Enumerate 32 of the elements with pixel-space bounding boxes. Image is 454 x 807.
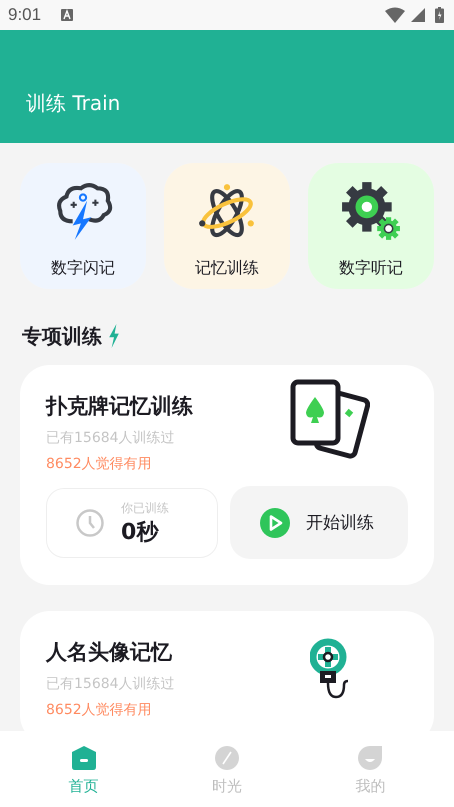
- lightning-icon: [108, 324, 120, 348]
- compass-icon: [214, 745, 240, 771]
- notification-icon: [61, 9, 74, 21]
- feature-label: 记忆训练: [195, 258, 259, 278]
- course-title: 人名头像记忆: [46, 639, 173, 666]
- clock-icon: [75, 508, 105, 538]
- gears-icon: [340, 180, 402, 242]
- start-training-button[interactable]: 开始训练: [230, 486, 408, 559]
- training-time-value: 0秒: [121, 518, 160, 546]
- feature-label: 数字闪记: [51, 258, 115, 278]
- course-card[interactable]: 人名头像记忆 已有15684人训练过 8652人觉得有用: [20, 611, 434, 731]
- feature-tile[interactable]: 数字闪记: [20, 163, 146, 289]
- status-time: 9:01: [8, 5, 42, 25]
- useful-count: 8652人觉得有用: [46, 455, 153, 473]
- useful-count: 8652人觉得有用: [46, 701, 153, 719]
- signal-icon: [411, 8, 425, 22]
- training-time-label: 你已训练: [121, 500, 169, 516]
- feature-tile[interactable]: 数字听记: [308, 163, 434, 289]
- smile-icon: [357, 745, 384, 771]
- lightbulb-icon: [310, 637, 350, 701]
- course-title: 扑克牌记忆训练: [46, 393, 193, 420]
- battery-icon: [435, 7, 444, 23]
- trained-count: 已有15684人训练过: [46, 429, 176, 447]
- home-icon: [70, 745, 97, 771]
- feature-tile[interactable]: 记忆训练: [164, 163, 290, 289]
- wifi-icon: [385, 7, 405, 23]
- play-icon: [260, 508, 290, 538]
- page-title: 训练 Train: [26, 90, 120, 117]
- course-card[interactable]: 扑克牌记忆训练 已有15684人训练过 8652人觉得有用 你已训练 0秒 开始训练: [20, 365, 434, 585]
- section-title: 专项训练: [22, 322, 102, 350]
- trained-count: 已有15684人训练过: [46, 675, 175, 693]
- feature-label: 数字听记: [339, 258, 403, 278]
